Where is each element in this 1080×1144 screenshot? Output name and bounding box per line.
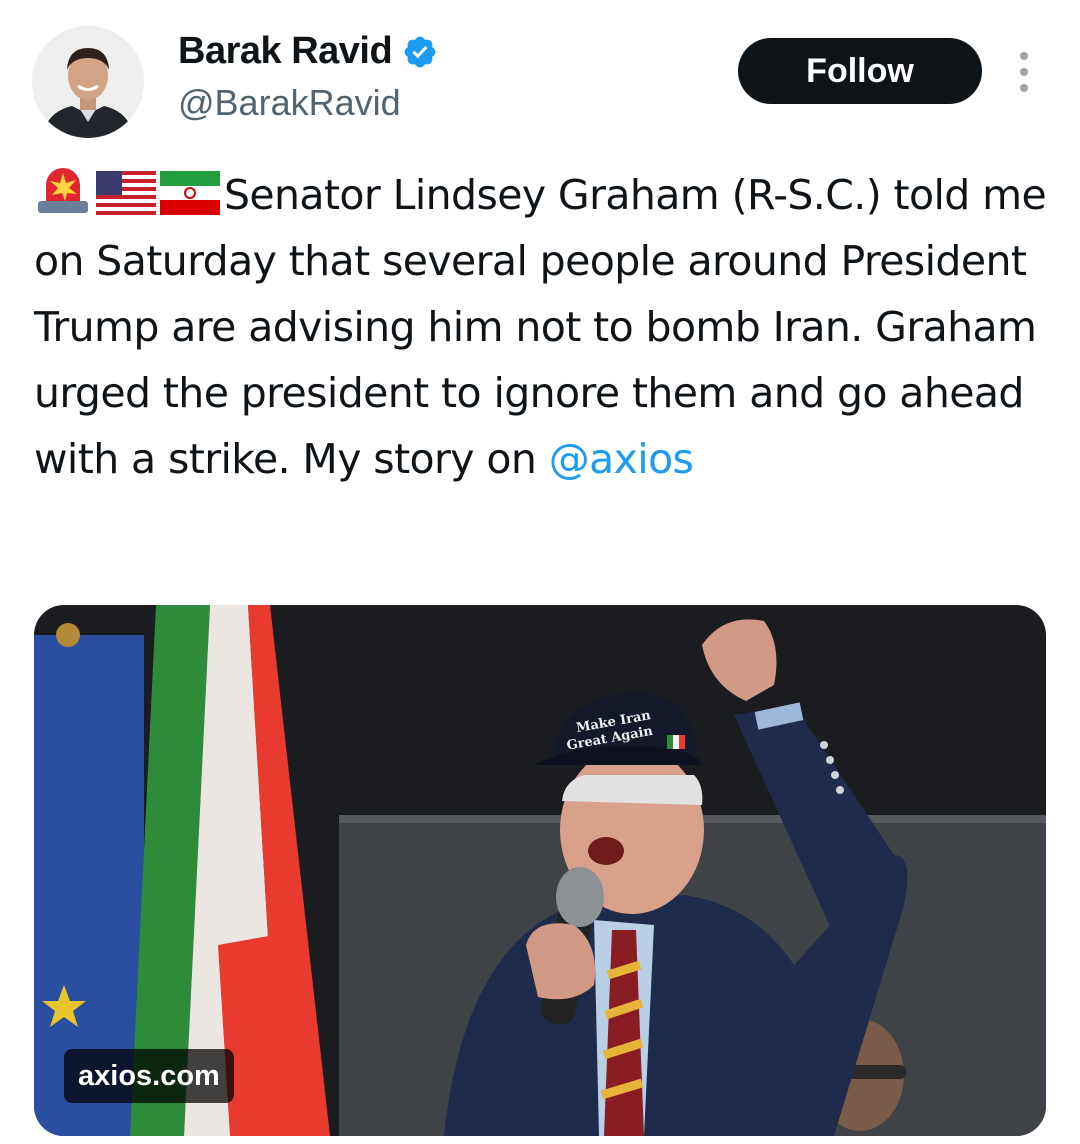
more-options-icon[interactable] xyxy=(1012,52,1036,92)
author-name-row[interactable]: Barak Ravid xyxy=(178,30,438,73)
more-dot xyxy=(1020,84,1028,92)
rotating-light-icon xyxy=(38,168,88,213)
verified-badge-icon xyxy=(404,36,436,67)
iran-flag-icon xyxy=(160,171,220,215)
tweet-body: Senator Lindsey Graham (R-S.C.) told me … xyxy=(34,171,1047,483)
more-dot xyxy=(1020,52,1028,60)
avatar[interactable] xyxy=(32,26,144,138)
avatar-image xyxy=(32,26,144,138)
author-handle[interactable]: @BarakRavid xyxy=(178,82,401,124)
author-name[interactable]: Barak Ravid xyxy=(178,30,393,73)
mention-link[interactable]: @axios xyxy=(549,435,694,483)
follow-button[interactable]: Follow xyxy=(738,38,982,104)
us-flag-icon xyxy=(96,171,156,215)
more-dot xyxy=(1020,68,1028,76)
link-domain-label: axios.com xyxy=(64,1049,234,1103)
tweet-text: Senator Lindsey Graham (R-S.C.) told me … xyxy=(34,162,1054,492)
